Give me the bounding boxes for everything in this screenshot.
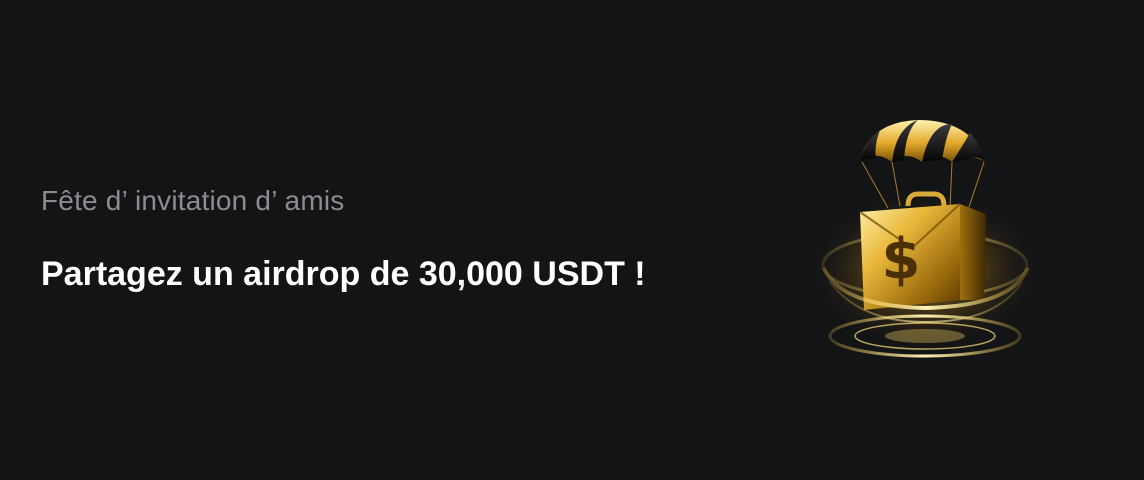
parachute-briefcase-dollar-icon: $ (807, 120, 1043, 358)
banner-headline: Partagez un airdrop de 30,000 USDT ! (41, 255, 646, 293)
dollar-symbol: $ (882, 227, 921, 292)
briefcase: $ (859, 191, 986, 310)
banner-subtitle: Fête d’ invitation d’ amis (41, 185, 345, 216)
invite-banner[interactable]: Fête d’ invitation d’ amis Partagez un a… (0, 0, 1144, 480)
parachute-canopy (860, 120, 986, 162)
